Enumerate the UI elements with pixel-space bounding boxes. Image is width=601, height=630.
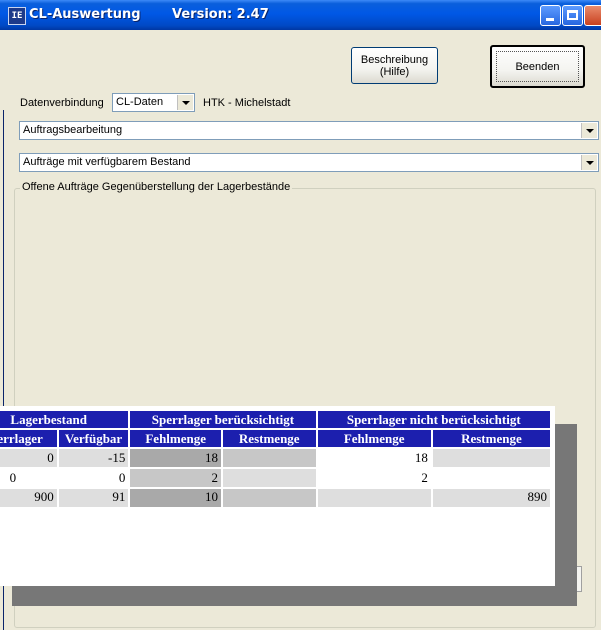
- close-button[interactable]: [584, 5, 601, 26]
- group-header-stock: Lagerbestand: [0, 411, 129, 428]
- table-cell: 10: [130, 489, 221, 507]
- main-window: IE CL-Auswertung Version: 2.47 Beschreib…: [0, 0, 601, 630]
- table-cell: 91: [58, 489, 129, 507]
- connection-select[interactable]: CL-Daten: [112, 93, 195, 112]
- chevron-down-icon: [585, 160, 594, 165]
- version-label: Version: 2.47: [172, 7, 269, 22]
- group-header-without-block: Sperrlager nicht berücksichtigt: [317, 411, 550, 428]
- table-cell: -15: [58, 449, 129, 467]
- module-value: Auftragsbearbeitung: [23, 124, 123, 136]
- report-select[interactable]: Aufträge mit verfügbarem Bestand: [19, 153, 599, 172]
- table-cell: 0: [0, 469, 57, 487]
- module-select[interactable]: Auftragsbearbeitung: [19, 121, 599, 140]
- table-cell: [223, 469, 316, 487]
- table-cell: 0: [58, 469, 129, 487]
- table-row: 900 91 10 890: [0, 489, 550, 507]
- connection-label: Datenverbindung: [20, 97, 104, 109]
- table-cell: [432, 469, 550, 487]
- end-button-label: Beenden: [515, 60, 560, 73]
- table-cell: [223, 449, 316, 467]
- table-cell: 2: [317, 469, 431, 487]
- table-row: 0 0 2 2: [0, 469, 550, 487]
- table-cell: 900: [0, 489, 57, 507]
- end-button[interactable]: Beenden: [490, 45, 585, 88]
- connection-value: CL-Daten: [116, 96, 164, 108]
- col-header: Fehlmenge: [130, 430, 221, 447]
- col-header: Restmenge: [432, 430, 550, 447]
- table-cell: 18: [317, 449, 431, 467]
- maximize-button[interactable]: [562, 5, 583, 26]
- site-label: HTK - Michelstadt: [203, 97, 291, 109]
- chevron-down-icon: [181, 100, 190, 105]
- col-header: Verfügbar: [58, 430, 129, 447]
- table-cell: 18: [130, 449, 221, 467]
- table-row: 0 -15 18 18: [0, 449, 550, 467]
- help-button-label: Beschreibung (Hilfe): [360, 53, 429, 78]
- report-value: Aufträge mit verfügbarem Bestand: [23, 156, 191, 168]
- help-button[interactable]: Beschreibung (Hilfe): [351, 47, 438, 84]
- table-cell: [317, 489, 431, 507]
- table-cell: 2: [130, 469, 221, 487]
- report-dropdown-arrow[interactable]: [581, 155, 597, 170]
- app-icon[interactable]: IE: [8, 7, 26, 25]
- table-cell: [432, 449, 550, 467]
- window-title: CL-Auswertung: [29, 7, 141, 22]
- col-header: Restmenge: [223, 430, 316, 447]
- module-dropdown-arrow[interactable]: [581, 123, 597, 138]
- minimize-button[interactable]: [540, 5, 561, 26]
- title-bar[interactable]: IE CL-Auswertung Version: 2.47: [0, 0, 601, 30]
- col-header: Sperrlager: [0, 430, 57, 447]
- table-cell: [223, 489, 316, 507]
- orders-group-title: Offene Aufträge Gegenüberstellung der La…: [20, 181, 293, 193]
- chevron-down-icon: [585, 128, 594, 133]
- col-header: Fehlmenge: [317, 430, 431, 447]
- connection-dropdown-arrow[interactable]: [177, 95, 193, 110]
- stock-table: Lagerbestand Sperrlager berücksichtigt S…: [0, 409, 552, 509]
- stock-table-popup: Lagerbestand Sperrlager berücksichtigt S…: [0, 406, 555, 586]
- table-cell: 0: [0, 449, 57, 467]
- table-cell: 890: [432, 489, 550, 507]
- group-header-with-block: Sperrlager berücksichtigt: [130, 411, 316, 428]
